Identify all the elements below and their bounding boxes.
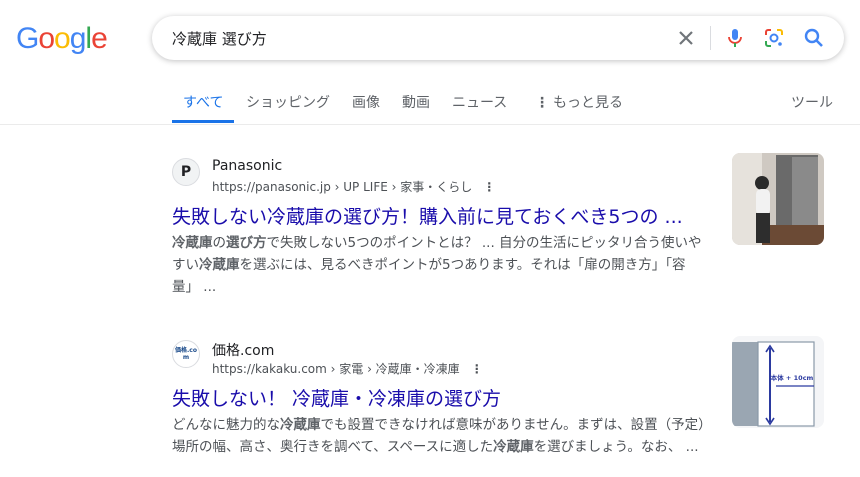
logo-letter: G	[16, 22, 39, 55]
refrigerator-diagram: 本体 + 10cm	[732, 336, 824, 428]
search-box[interactable]: 冷蔵庫 選び方	[152, 16, 844, 60]
result-thumbnail[interactable]	[732, 153, 824, 245]
snippet-highlight: 選び方	[226, 235, 267, 251]
result-snippet: どんなに魅力的な冷蔵庫でも設置できなければ意味がありません。まずは、設置（予定）…	[172, 414, 712, 458]
snippet-highlight: 冷蔵庫	[280, 417, 321, 433]
logo-letter: o	[38, 22, 55, 55]
search-tabs: すべて ショッピング 画像 動画 ニュース ⋮ もっと見る ツール	[0, 84, 860, 125]
clear-icon[interactable]	[674, 26, 698, 50]
site-url[interactable]: https://panasonic.jp › UP LIFE › 家事・くらし ⋮	[212, 178, 496, 195]
snippet-text: を選ぶには、見るべきポイントが5つあります。それは「扉の開き方」「容量」 ...	[172, 257, 686, 295]
site-favicon: 価格.com	[172, 340, 200, 368]
google-logo[interactable]: Google	[16, 22, 108, 56]
result-snippet: 冷蔵庫の選び方で失敗しない5つのポイントとは？ ... 自分の生活にピッタリ合う…	[172, 232, 712, 298]
thumbnail-label: 本体 + 10cm	[771, 373, 814, 382]
tab-videos[interactable]: 動画	[402, 92, 430, 112]
result-title-link[interactable]: 失敗しない！ 冷蔵庫・冷凍庫の選び方	[172, 384, 501, 411]
snippet-text: どんなに魅力的な	[172, 417, 280, 433]
tab-shopping[interactable]: ショッピング	[246, 92, 330, 112]
search-result: P Panasonic https://panasonic.jp › UP LI…	[172, 158, 712, 298]
snippet-highlight: 冷蔵庫	[199, 257, 240, 273]
logo-letter: o	[54, 22, 71, 55]
site-name[interactable]: Panasonic	[212, 158, 282, 174]
google-lens-icon[interactable]	[762, 26, 786, 50]
site-url[interactable]: https://kakaku.com › 家電 › 冷蔵庫・冷凍庫 ⋮	[212, 360, 484, 377]
tab-all[interactable]: すべて	[183, 92, 223, 112]
favicon-letter: P	[180, 164, 192, 180]
tab-tools[interactable]: ツール	[791, 92, 833, 112]
favicon-text: 価格.com	[175, 347, 197, 361]
microphone-icon[interactable]	[723, 26, 747, 50]
tab-images[interactable]: 画像	[352, 92, 380, 112]
search-input[interactable]: 冷蔵庫 選び方	[172, 28, 267, 49]
snippet-text: の	[212, 235, 227, 251]
more-options-icon[interactable]: ⋮	[470, 362, 484, 376]
tab-more-label: もっと見る	[553, 95, 623, 111]
more-options-icon[interactable]: ⋮	[482, 180, 496, 194]
snippet-text: を選びましょう。なお、 ...	[533, 439, 699, 455]
snippet-highlight: 冷蔵庫	[493, 439, 534, 455]
logo-letter: e	[91, 22, 108, 55]
logo-letter: g	[69, 22, 87, 55]
result-title-link[interactable]: 失敗しない冷蔵庫の選び方！購入前に見ておくべき5つの ...	[172, 202, 683, 229]
site-url-text: https://kakaku.com › 家電 › 冷蔵庫・冷凍庫	[212, 362, 460, 376]
search-result: 価格.com 価格.com https://kakaku.com › 家電 › …	[172, 340, 712, 476]
search-divider	[710, 26, 711, 50]
tab-more[interactable]: ⋮ もっと見る	[535, 92, 623, 112]
site-url-text: https://panasonic.jp › UP LIFE › 家事・くらし	[212, 180, 473, 194]
refrigerator-photo	[732, 153, 824, 245]
active-tab-indicator	[172, 120, 234, 123]
more-vert-icon: ⋮	[535, 95, 549, 111]
site-favicon: P	[172, 158, 200, 186]
search-icon[interactable]	[802, 26, 826, 50]
site-name[interactable]: 価格.com	[212, 340, 274, 360]
tab-news[interactable]: ニュース	[452, 92, 507, 112]
result-thumbnail[interactable]: 本体 + 10cm	[732, 336, 824, 428]
snippet-highlight: 冷蔵庫	[172, 235, 213, 251]
